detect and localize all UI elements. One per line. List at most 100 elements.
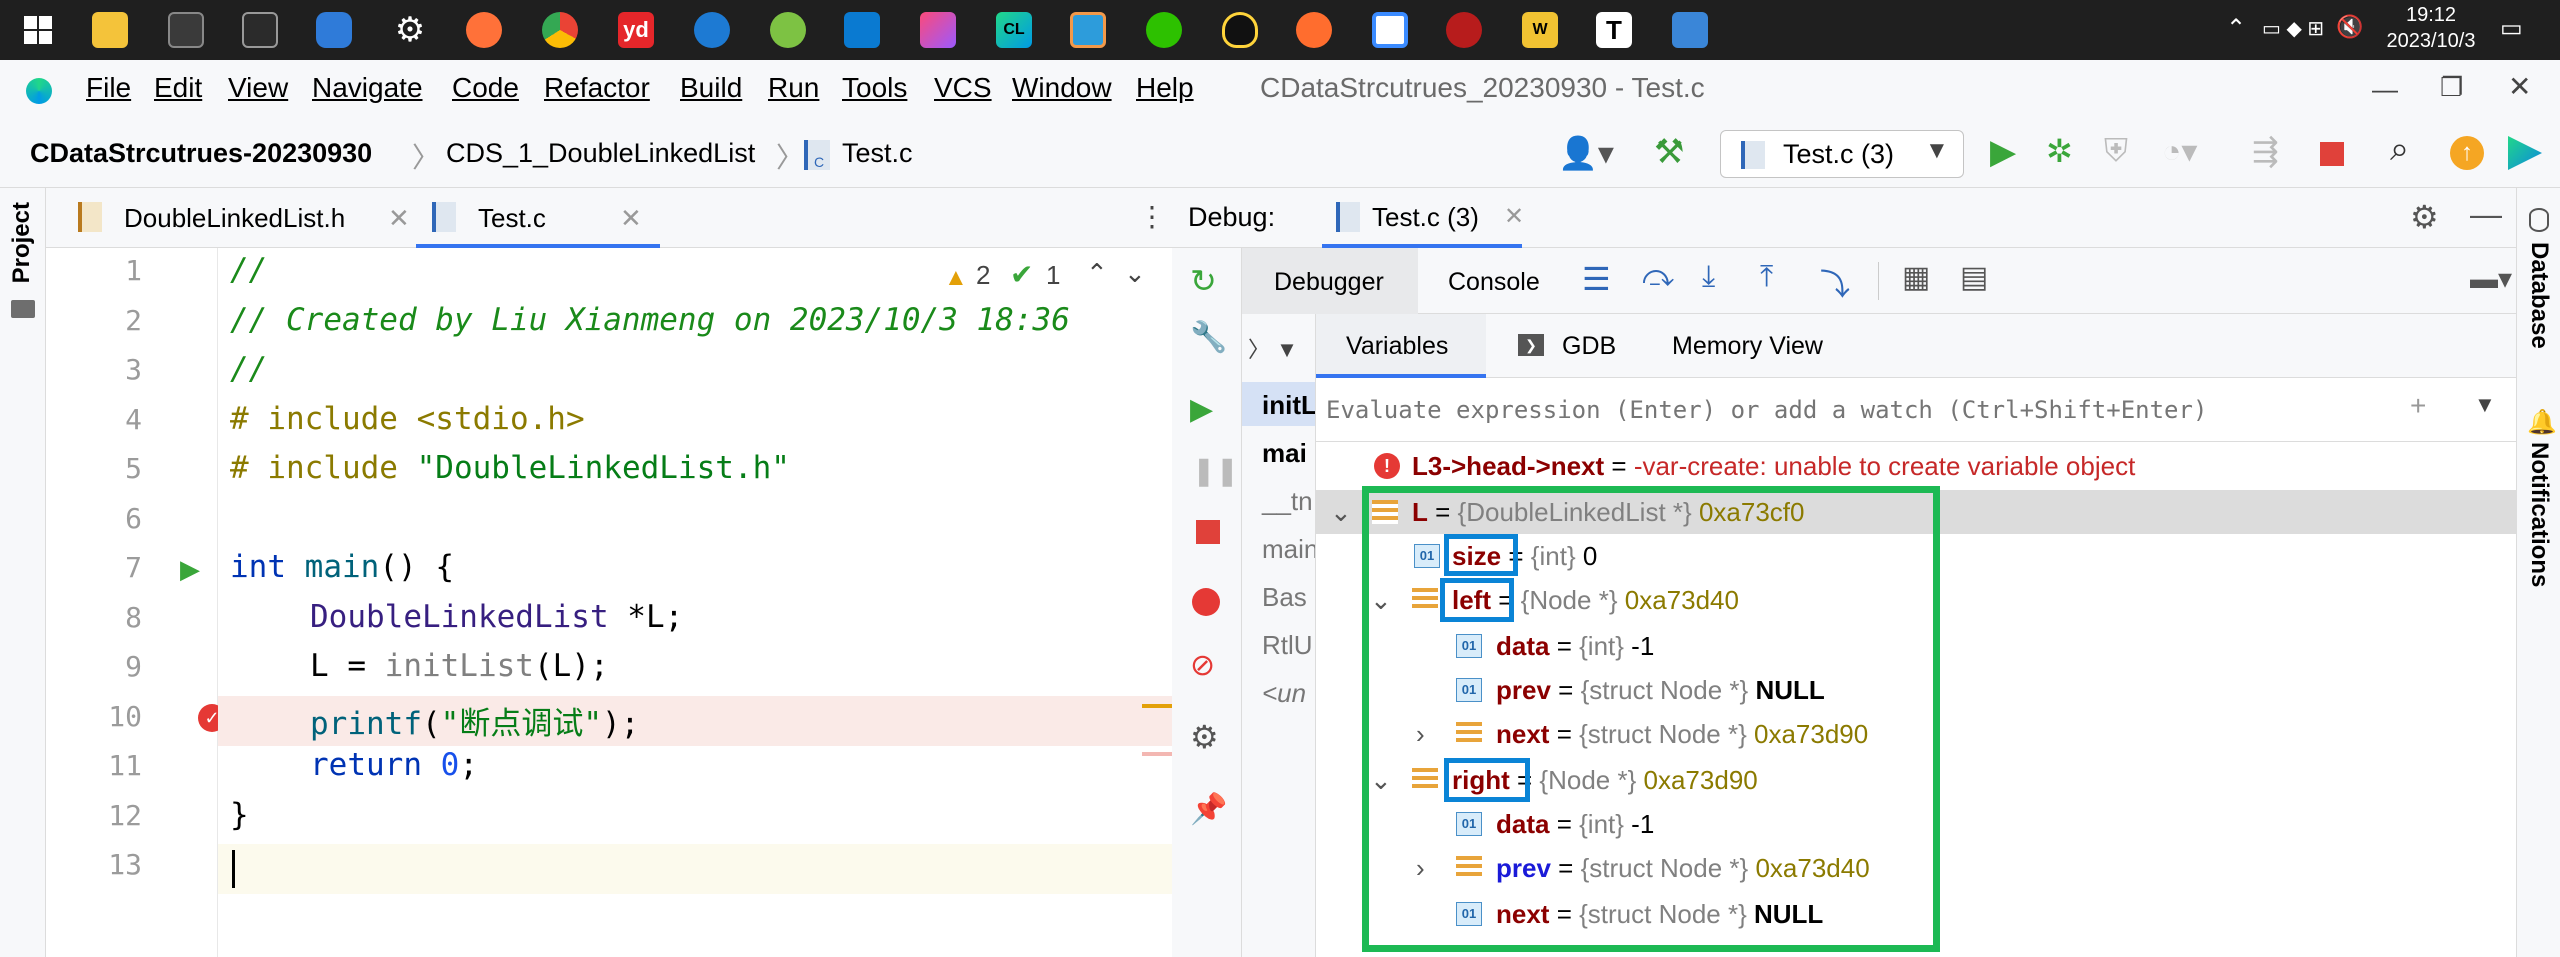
close-window-button[interactable]: ✕ <box>2508 70 2531 103</box>
mute-breakpoints-icon[interactable]: ⊘ <box>1190 648 1215 683</box>
start-icon[interactable] <box>20 12 56 48</box>
step-out-icon[interactable]: ⤒ <box>1760 260 1773 294</box>
cloud-drive-icon[interactable] <box>1372 12 1408 48</box>
run-config-select[interactable]: Test.c (3) ▼ <box>1720 130 1964 178</box>
clock-time[interactable]: 19:12 <box>2376 4 2486 27</box>
remote-desktop-icon[interactable] <box>1672 12 1708 48</box>
next-highlight-icon[interactable]: ⌄ <box>1124 258 1146 289</box>
variables-tree[interactable]: ! L3->head->next = -var-create: unable t… <box>1316 442 2516 957</box>
tab-memory-view[interactable]: Memory View <box>1672 332 1823 361</box>
layout-settings-icon[interactable]: ▬▾ <box>2470 262 2512 295</box>
notifications-tool-window-tab[interactable]: Notifications <box>2525 442 2553 587</box>
menu-refactor[interactable]: Refactor <box>544 72 650 104</box>
settings-gear-icon[interactable]: ⚙ <box>1190 718 1219 756</box>
menu-help[interactable]: Help <box>1136 72 1194 104</box>
stop-icon[interactable] <box>1196 520 1220 544</box>
attach-icon[interactable]: ⇶ <box>2252 132 2279 170</box>
chevron-down-icon[interactable]: ▼ <box>2474 392 2496 418</box>
jetbrains-logo-icon[interactable] <box>2508 136 2542 170</box>
build-hammer-icon[interactable]: ⚒ <box>1654 132 1684 172</box>
powershell-icon[interactable] <box>242 12 278 48</box>
vscode-icon[interactable] <box>844 12 880 48</box>
frame-item[interactable]: mai <box>1262 438 1307 469</box>
menu-edit[interactable]: Edit <box>154 72 202 104</box>
notification-center-icon[interactable]: ▭ <box>2500 14 2523 43</box>
more-tabs-icon[interactable]: ⋮ <box>1138 200 1166 233</box>
wechat-icon[interactable] <box>1146 12 1182 48</box>
youdao-icon[interactable]: yd <box>618 12 654 48</box>
tab-debugger[interactable]: Debugger <box>1242 248 1418 314</box>
sourcetree-icon[interactable] <box>694 12 730 48</box>
warning-icon[interactable]: ▲ <box>944 264 968 292</box>
pin-icon[interactable]: 📌 <box>1190 792 1227 827</box>
qq-icon[interactable] <box>1222 12 1258 48</box>
run-gutter-icon[interactable]: ▶ <box>180 554 200 585</box>
pause-icon[interactable]: ❚❚ <box>1192 454 1239 487</box>
tab-console[interactable]: Console <box>1448 268 1540 297</box>
add-watch-icon[interactable]: + <box>2410 390 2426 422</box>
step-over-icon[interactable]: ⤼ <box>1642 260 1674 294</box>
wps-icon[interactable]: W <box>1522 12 1558 48</box>
code-editor[interactable]: ▲ 2 ✔ 1 ⌃ ⌄ // // Created by Liu Xianmen… <box>218 248 1172 957</box>
frame-item[interactable]: <un <box>1262 678 1306 709</box>
frame-item[interactable]: initL <box>1262 390 1315 421</box>
menu-window[interactable]: Window <box>1012 72 1112 104</box>
git-client-icon[interactable] <box>770 12 806 48</box>
breadcrumb-module[interactable]: CDS_1_DoubleLinkedList <box>446 138 755 169</box>
watch-error-row[interactable]: ! L3->head->next = -var-create: unable t… <box>1316 444 2516 488</box>
terminal-icon[interactable] <box>168 12 204 48</box>
settings-gear-icon[interactable]: ⚙ <box>2410 198 2439 236</box>
paint-icon[interactable] <box>1296 12 1332 48</box>
file-explorer-icon[interactable] <box>92 12 128 48</box>
breadcrumb-file[interactable]: Test.c <box>842 138 913 169</box>
stop-icon[interactable] <box>2320 142 2344 166</box>
previous-highlight-icon[interactable]: ⌃ <box>1086 258 1108 289</box>
tab-gdb[interactable]: GDB <box>1562 332 1616 361</box>
tab-variables[interactable]: Variables <box>1316 314 1486 378</box>
breadcrumb-project[interactable]: CDataStrcutrues-20230930 <box>30 138 372 169</box>
restore-button[interactable]: ❐ <box>2440 72 2463 103</box>
run-play-icon[interactable]: ▶ <box>1990 132 2016 172</box>
wrench-icon[interactable]: 🔧 <box>1190 320 1227 355</box>
menu-tools[interactable]: Tools <box>842 72 907 104</box>
profiler-icon[interactable]: ◔▾ <box>2162 132 2197 170</box>
screenshot-icon[interactable] <box>1070 12 1106 48</box>
menu-navigate[interactable]: Navigate <box>312 72 423 104</box>
menu-run[interactable]: Run <box>768 72 819 104</box>
close-tab-icon[interactable]: ✕ <box>1504 202 1524 231</box>
frame-item[interactable]: RtlU <box>1262 630 1313 661</box>
menu-file[interactable]: File <box>86 72 131 104</box>
view-breakpoints-icon[interactable] <box>1192 588 1220 616</box>
frame-item[interactable]: __tn <box>1262 486 1313 517</box>
close-tab-icon[interactable]: ✕ <box>388 188 410 248</box>
clion-icon[interactable]: CL <box>996 12 1032 48</box>
coverage-icon[interactable]: ⛨ <box>2104 132 2128 170</box>
update-icon[interactable]: ↑ <box>2450 136 2484 170</box>
user-account-icon[interactable]: 👤▾ <box>1558 134 1614 172</box>
tab-test-c[interactable]: Test.c ✕ <box>416 188 660 248</box>
ok-check-icon[interactable]: ✔ <box>1010 258 1033 291</box>
debug-session-tab[interactable]: Test.c (3) ✕ <box>1322 188 1524 248</box>
frames-menu-icon[interactable]: ☰ <box>1582 260 1611 298</box>
menu-vcs[interactable]: VCS <box>934 72 992 104</box>
dictionary-icon[interactable] <box>316 12 352 48</box>
debug-bug-icon[interactable]: ✲ <box>2046 132 2073 170</box>
project-tool-window-tab[interactable]: Project <box>8 202 36 283</box>
frame-item[interactable]: Bas <box>1262 582 1307 613</box>
menu-view[interactable]: View <box>228 72 288 104</box>
layout-icon[interactable]: ▤ <box>1960 260 1988 295</box>
settings-gear-icon[interactable]: ⚙ <box>392 12 428 48</box>
jetbrains-toolbox-icon[interactable] <box>920 12 956 48</box>
typora-icon[interactable]: T <box>1596 12 1632 48</box>
clock-date[interactable]: 2023/10/3 <box>2366 30 2496 53</box>
step-into-icon[interactable]: ⤓ <box>1702 260 1715 294</box>
run-to-cursor-icon[interactable]: ⤵ <box>1820 260 1850 304</box>
minimize-button[interactable]: — <box>2372 74 2398 105</box>
frames-toggle-icon[interactable]: 〉 ▼ <box>1248 332 1298 364</box>
rerun-icon[interactable]: ↻ <box>1190 262 1217 300</box>
chevron-down-icon[interactable]: ⌄ <box>1330 490 1352 534</box>
firefox-icon[interactable] <box>466 12 502 48</box>
table-view-icon[interactable]: ▦ <box>1902 260 1930 295</box>
database-tool-window-tab[interactable]: Database <box>2525 242 2553 349</box>
volume-icon[interactable]: 🔇 <box>2336 14 2363 40</box>
